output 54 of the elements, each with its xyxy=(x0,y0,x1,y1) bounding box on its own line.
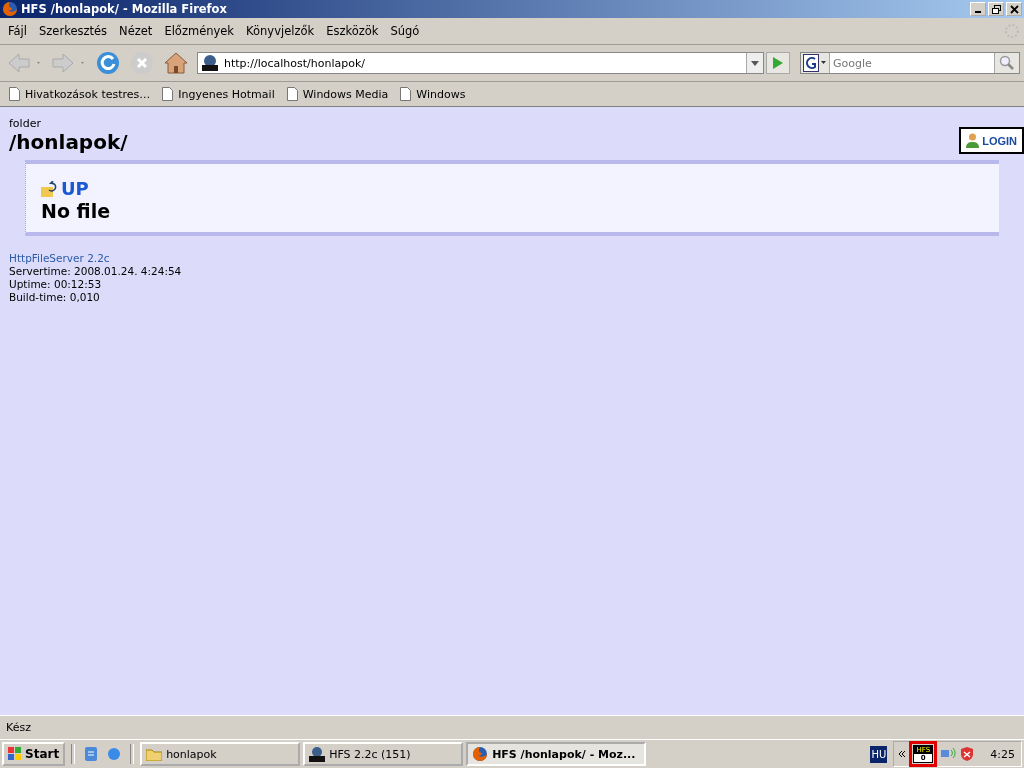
server-info-text: Uptime: 00:12:53 xyxy=(9,277,103,291)
bookmark-item[interactable]: Windows Media xyxy=(283,85,392,103)
empty-message: No file xyxy=(41,199,112,222)
user-icon xyxy=(966,133,980,148)
menu-item[interactable]: Előzmények xyxy=(158,22,241,40)
page-icon xyxy=(162,87,174,101)
page-icon xyxy=(400,87,412,101)
up-link[interactable]: UP xyxy=(41,178,89,199)
menu-item[interactable]: Fájl xyxy=(2,22,33,40)
restore-icon xyxy=(991,4,1001,14)
page-icon xyxy=(9,87,20,101)
bookmark-item[interactable]: Hivatkozások testres… xyxy=(6,85,154,103)
firefox-icon xyxy=(2,1,18,17)
shield-icon[interactable] xyxy=(959,746,976,762)
taskbar-button[interactable]: HFS 2.2c (151) xyxy=(303,742,464,766)
search-icon xyxy=(999,55,1015,71)
minimize-button[interactable] xyxy=(970,2,986,16)
server-info-text: Build-time: 0,010 xyxy=(9,290,101,304)
menu-item[interactable]: Súgó xyxy=(384,22,426,40)
server-info-text: Servertime: 2008.01.24. 4:24:54 xyxy=(9,264,183,278)
menu-item[interactable]: Nézet xyxy=(113,22,159,40)
firefox-icon xyxy=(472,746,489,762)
dropdown-icon xyxy=(751,60,759,66)
taskbar-button[interactable]: HFS /honlapok/ - Moz... xyxy=(466,742,647,766)
status-text: Kész xyxy=(6,721,31,734)
restore-button[interactable] xyxy=(988,2,1004,16)
language-indicator[interactable]: HU xyxy=(870,745,888,763)
close-button[interactable] xyxy=(1006,2,1022,16)
page-icon xyxy=(286,87,298,101)
close-icon xyxy=(1009,4,1019,14)
url-field[interactable]: http://localhost/honlapok/ xyxy=(197,52,764,74)
start-button[interactable]: Start xyxy=(2,742,66,766)
minimize-icon xyxy=(975,10,981,13)
folder-icon xyxy=(146,747,163,761)
taskbar-button[interactable]: honlapok xyxy=(140,742,301,766)
bookmark-item[interactable]: Ingyenes Hotmail xyxy=(159,85,278,103)
login-button[interactable]: LOGIN xyxy=(959,127,1024,154)
menu-item[interactable]: Szerkesztés xyxy=(33,22,114,40)
play-icon xyxy=(772,56,784,70)
menu-item[interactable]: Eszközök xyxy=(320,22,385,40)
search-box[interactable]: Google xyxy=(800,52,1020,74)
folder-label: folder xyxy=(9,117,42,130)
show-hidden-icons-button[interactable] xyxy=(898,750,907,758)
windows-logo-icon xyxy=(8,747,22,761)
folder-up-icon xyxy=(41,180,58,197)
clock: 4:25 xyxy=(990,747,1015,761)
menu-item[interactable]: Könyvjelzők xyxy=(240,22,321,40)
bookmark-item[interactable]: Windows xyxy=(397,85,469,103)
google-icon xyxy=(803,54,827,72)
folder-path: /honlapok/ xyxy=(9,130,128,154)
throbber-icon xyxy=(1004,23,1020,39)
go-button[interactable] xyxy=(766,52,790,74)
window-title: HFS /honlapok/ - Mozilla Firefox xyxy=(21,2,228,16)
server-link[interactable]: HttpFileServer 2.2c xyxy=(9,251,110,264)
